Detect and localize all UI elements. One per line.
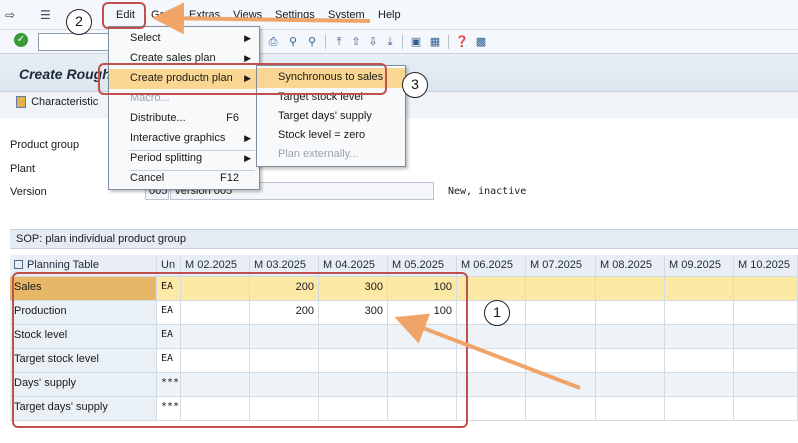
previous-page-icon[interactable]: ⇧ — [348, 34, 364, 50]
submenu-item-stock-level-zero[interactable]: Stock level = zero — [257, 126, 405, 146]
status-text: New, inactive — [448, 186, 527, 197]
table-cell[interactable] — [596, 277, 665, 301]
command-field[interactable] — [38, 33, 110, 51]
find-next-icon[interactable]: ⚲ — [304, 34, 320, 50]
submenu-item-plan-externally: Plan externally... — [278, 148, 359, 160]
annotation-highlight-edit — [102, 2, 146, 29]
annotation-step-3: 3 — [402, 72, 428, 98]
menu-views[interactable]: Views — [233, 9, 262, 21]
annotation-step-1: 1 — [484, 300, 510, 326]
check-icon[interactable]: ✓ — [14, 33, 28, 47]
table-cell[interactable] — [526, 277, 596, 301]
table-cell[interactable] — [734, 277, 798, 301]
help-icon[interactable]: ❓ — [454, 34, 470, 50]
table-cell — [734, 373, 798, 397]
menu-settings[interactable]: Settings — [275, 9, 315, 21]
section-title: SOP: plan individual product group — [10, 229, 798, 249]
table-cell[interactable] — [665, 277, 734, 301]
shortcut-icon[interactable]: ▦ — [427, 34, 443, 50]
characteristic-button[interactable]: Characteristic — [16, 96, 98, 114]
annotation-step-2: 2 — [66, 9, 92, 35]
new-window-icon[interactable]: ▣ — [408, 34, 424, 50]
next-page-icon[interactable]: ⇩ — [365, 34, 381, 50]
menu-goto[interactable]: Goto — [151, 9, 175, 21]
column-header-period[interactable]: M 09.2025 — [665, 255, 734, 277]
table-cell[interactable] — [734, 301, 798, 325]
column-header-period[interactable]: M 06.2025 — [457, 255, 526, 277]
table-cell[interactable] — [596, 349, 665, 373]
table-cell[interactable] — [734, 397, 798, 421]
table-cell[interactable] — [596, 397, 665, 421]
menu-system[interactable]: System — [328, 9, 365, 21]
column-header-period[interactable]: M 08.2025 — [596, 255, 665, 277]
table-cell — [665, 373, 734, 397]
annotation-highlight-table — [12, 272, 468, 428]
table-cell — [526, 325, 596, 349]
exit-icon[interactable]: ⇨ — [5, 8, 15, 22]
product-group-label: Product group — [10, 139, 80, 151]
column-header-period[interactable]: M 07.2025 — [526, 255, 596, 277]
edit-menu-dropdown: Select ▶ Create sales plan ▶ Create produc… — [108, 26, 260, 190]
menu-item-interactive-graphics[interactable]: Interactive graphics ▶ — [109, 129, 259, 149]
plant-label: Plant — [10, 163, 36, 175]
layout-icon[interactable]: ▩ — [473, 34, 489, 50]
table-cell — [526, 373, 596, 397]
first-page-icon[interactable]: ⤒ — [331, 34, 347, 50]
characteristic-icon — [16, 96, 26, 109]
table-cell — [596, 325, 665, 349]
find-icon[interactable]: ⚲ — [285, 34, 301, 50]
last-page-icon[interactable]: ⤓ — [382, 34, 398, 50]
menu-item-distribute[interactable]: Distribute... F6 — [109, 109, 259, 129]
table-cell[interactable] — [526, 301, 596, 325]
print-icon[interactable]: ⎙ — [265, 34, 281, 50]
submenu-item-target-days-supply[interactable]: Target days' supply — [257, 107, 405, 127]
table-cell[interactable] — [734, 349, 798, 373]
column-header-period[interactable]: M 10.2025 — [734, 255, 798, 277]
characteristic-label: Characteristic — [31, 96, 99, 108]
menu-help[interactable]: Help — [378, 9, 401, 21]
menu-extras[interactable]: Extras — [189, 9, 220, 21]
table-cell[interactable] — [526, 397, 596, 421]
version-label: Version — [10, 186, 47, 198]
menu-item-period-splitting[interactable]: Period splitting ▶ — [109, 149, 259, 169]
table-cell — [665, 325, 734, 349]
table-cell[interactable] — [526, 349, 596, 373]
table-cell[interactable] — [665, 349, 734, 373]
table-cell[interactable] — [596, 301, 665, 325]
table-settings-icon[interactable] — [14, 260, 23, 269]
menu-item-cancel[interactable]: Cancel F12 — [109, 169, 259, 189]
annotation-highlight-menu-path — [98, 63, 387, 95]
table-cell[interactable] — [665, 397, 734, 421]
table-cell[interactable] — [665, 301, 734, 325]
list-icon[interactable]: ☰ — [40, 8, 51, 22]
menu-item-select[interactable]: Select ▶ — [109, 29, 259, 49]
table-cell — [596, 373, 665, 397]
table-cell — [734, 325, 798, 349]
